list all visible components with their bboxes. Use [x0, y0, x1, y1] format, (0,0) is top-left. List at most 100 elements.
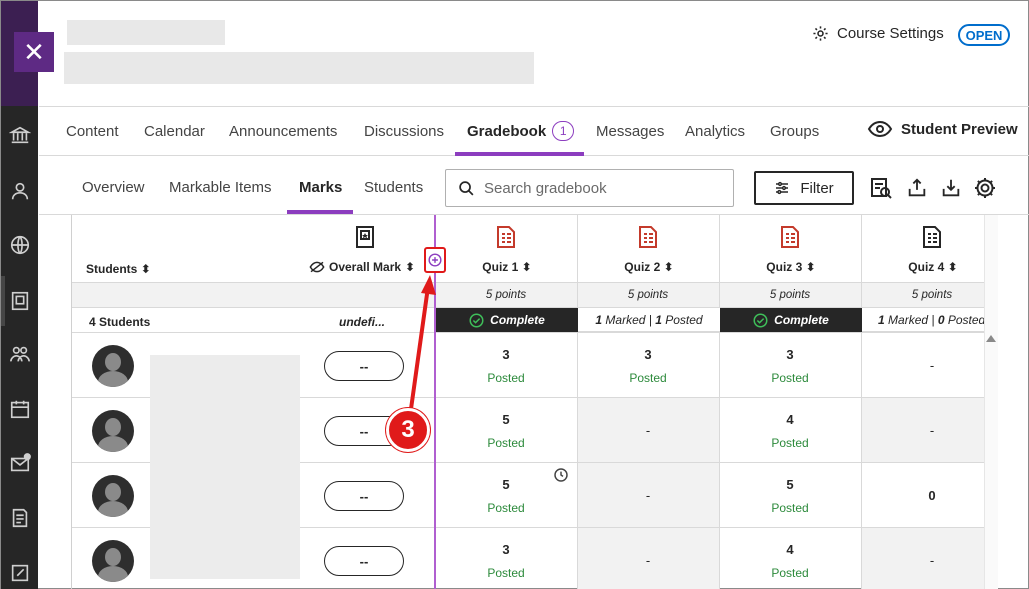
status-complete-badge[interactable]: Complete — [436, 308, 578, 332]
overall-mark-icon — [356, 226, 374, 248]
points-label: 5 points — [485, 289, 527, 301]
scroll-up-arrow-icon[interactable] — [986, 335, 996, 342]
avatar[interactable] — [92, 345, 134, 387]
tab-label: Calendar — [144, 122, 205, 140]
messages-icon[interactable] — [9, 453, 31, 475]
student-preview-button[interactable]: Student Preview — [867, 119, 1018, 139]
subtab-marks[interactable]: Marks — [299, 179, 342, 196]
grade-score[interactable]: - — [861, 553, 985, 568]
grade-score[interactable]: - — [577, 488, 719, 503]
overall-mark-pill[interactable]: -- — [324, 351, 404, 381]
grade-score[interactable]: - — [861, 358, 985, 373]
marked-count: 1 — [878, 312, 885, 327]
avatar[interactable] — [92, 540, 134, 582]
grade-score[interactable]: - — [861, 423, 985, 438]
students-header-label: Students — [86, 262, 138, 276]
tools-icon[interactable] — [9, 562, 31, 584]
course-status-badge[interactable]: OPEN — [958, 24, 1010, 46]
subtab-students[interactable]: Students — [364, 179, 423, 196]
subtab-overview[interactable]: Overview — [82, 179, 145, 196]
quiz-4-header[interactable]: Quiz 4 ⬍ — [862, 260, 985, 274]
avatar[interactable] — [92, 410, 134, 452]
points-label: 5 points — [627, 289, 669, 301]
grade-score[interactable]: 3 — [435, 347, 577, 362]
grade-status: Posted — [629, 371, 667, 385]
quiz-1-header[interactable]: Quiz 1 ⬍ — [436, 260, 578, 274]
filter-label: Filter — [800, 179, 834, 197]
avatar[interactable] — [92, 475, 134, 517]
grade-score[interactable]: 5 — [435, 412, 577, 427]
subtab-markable-items[interactable]: Markable Items — [169, 179, 272, 196]
add-column-button[interactable] — [424, 247, 446, 273]
grade-status: Posted — [771, 566, 809, 580]
posted-label: Posted — [665, 312, 703, 327]
sort-icon: ⬍ — [140, 262, 151, 276]
grade-status: Posted — [487, 436, 525, 450]
quiz-name: Quiz 2 — [624, 260, 661, 274]
grade-score[interactable]: 4 — [719, 412, 861, 427]
grade-status: Posted — [771, 371, 809, 385]
calendar-icon[interactable] — [9, 398, 31, 420]
overall-mark-label: Overall Mark — [329, 260, 402, 274]
institution-icon[interactable] — [9, 124, 31, 146]
tab-content[interactable]: Content — [66, 107, 119, 155]
grade-score[interactable]: 3 — [435, 542, 577, 557]
tab-gradebook[interactable]: Gradebook 1 — [467, 107, 575, 155]
tab-discussions[interactable]: Discussions — [364, 107, 444, 155]
filter-sliders-icon — [776, 181, 789, 195]
grade-score[interactable]: 0 — [861, 488, 985, 503]
marked-label: Marked — [888, 312, 929, 327]
search-input[interactable] — [484, 179, 724, 197]
status-marked-posted[interactable]: 1 Marked | 0 Posted — [862, 308, 985, 332]
tab-groups[interactable]: Groups — [770, 107, 819, 155]
overall-mark-pill[interactable]: -- — [324, 546, 404, 576]
plus-circle-icon — [428, 253, 442, 267]
close-icon: ✕ — [23, 36, 45, 67]
quiz-column-3: Quiz 3 ⬍ — [719, 215, 861, 589]
grade-score[interactable]: 4 — [719, 542, 861, 557]
quiz-column-1: Quiz 1 ⬍ — [435, 215, 577, 589]
close-panel-button[interactable]: ✕ — [14, 32, 54, 72]
course-title-redacted — [64, 52, 534, 84]
sort-icon: ⬍ — [405, 260, 416, 274]
overall-mark-pill[interactable]: -- — [324, 481, 404, 511]
tab-calendar[interactable]: Calendar — [144, 107, 205, 155]
filter-button[interactable]: Filter — [754, 171, 854, 205]
tab-label: Announcements — [229, 122, 338, 140]
preview-eye-icon — [867, 120, 893, 138]
tab-label: Content — [66, 122, 119, 140]
tab-announcements[interactable]: Announcements — [229, 107, 337, 155]
vertical-scrollbar[interactable] — [984, 215, 998, 589]
tab-messages[interactable]: Messages — [596, 107, 664, 155]
grades-icon[interactable] — [9, 507, 31, 529]
grading-view-icon[interactable] — [868, 175, 894, 201]
tab-analytics[interactable]: Analytics — [685, 107, 745, 155]
courses-icon[interactable] — [9, 290, 31, 312]
grade-status: Posted — [487, 501, 525, 515]
points-label: 5 points — [769, 289, 811, 301]
gradebook-settings-icon[interactable] — [972, 175, 998, 201]
grade-score[interactable]: - — [577, 423, 719, 438]
import-icon[interactable] — [938, 175, 964, 201]
groups-icon[interactable] — [9, 343, 31, 365]
quiz-red-icon — [639, 226, 657, 248]
course-settings-button[interactable]: Course Settings — [812, 25, 944, 42]
clock-icon — [554, 468, 568, 482]
grade-score[interactable]: 5 — [719, 477, 861, 492]
quiz-name: Quiz 1 — [482, 260, 519, 274]
grade-score[interactable]: - — [577, 553, 719, 568]
quiz-icon — [923, 226, 941, 248]
status-complete-badge[interactable]: Complete — [720, 308, 862, 332]
students-column-header[interactable]: Students ⬍ — [86, 262, 151, 276]
globe-icon[interactable] — [9, 234, 31, 256]
grade-score[interactable]: 3 — [577, 347, 719, 362]
grade-score[interactable]: 3 — [719, 347, 861, 362]
status-marked-posted[interactable]: 1 Marked | 1 Posted — [578, 308, 720, 332]
row-divider — [72, 332, 985, 333]
profile-icon[interactable] — [9, 180, 31, 202]
quiz-3-header[interactable]: Quiz 3 ⬍ — [720, 260, 862, 274]
check-circle-icon — [469, 313, 484, 327]
overall-mark-column-header[interactable]: Overall Mark ⬍ — [309, 260, 415, 274]
export-icon[interactable] — [904, 175, 930, 201]
quiz-2-header[interactable]: Quiz 2 ⬍ — [578, 260, 720, 274]
